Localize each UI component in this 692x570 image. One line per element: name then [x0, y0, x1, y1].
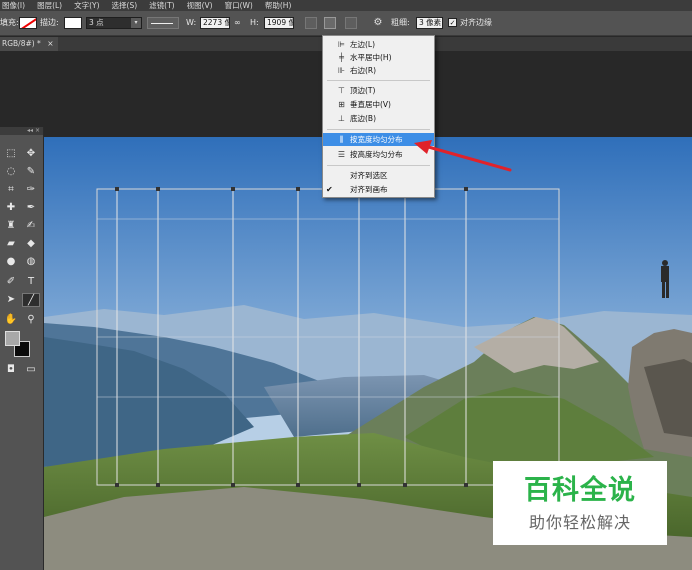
- watermark-logo: 百科全说 助你轻松解决: [493, 461, 667, 545]
- watermark-subtitle: 助你轻松解决: [528, 513, 631, 532]
- watermark-title: 百科全说: [524, 475, 636, 506]
